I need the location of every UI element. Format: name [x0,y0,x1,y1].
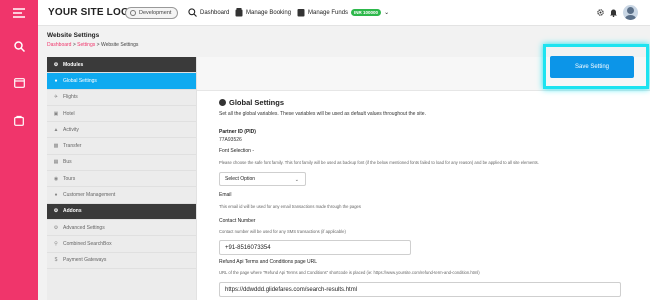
breadcrumb-settings[interactable]: Settings [77,42,95,48]
menu-item-activity[interactable]: ▲ Activity [47,122,196,139]
menu-item-bus[interactable]: ▦ Bus [47,155,196,172]
refund-url-field[interactable]: https://ddwddd.glidefares.com/search-res… [219,282,621,297]
nav-manage-booking-label: Manage Booking [246,9,292,16]
car-icon: ▩ [53,143,59,150]
contact-label: Contact Number [219,218,256,224]
font-select-value: Select Option [225,176,256,182]
menu-item-flights[interactable]: ✈ Flights [47,90,196,106]
top-right-icons [596,5,638,20]
menu-label: Flights [63,94,78,101]
menu-label: Payment Gateways [63,257,107,264]
menu-header-addons: ⚙ Addons [47,203,196,220]
partner-id-label: Partner ID (PID) [219,129,256,135]
page-title: Website Settings [47,32,100,39]
search-icon [188,8,197,17]
section-title-text: Global Settings [229,98,285,107]
menu-item-tours[interactable]: ◉ Tours [47,171,196,188]
avatar[interactable] [623,5,638,20]
breadcrumb-current: Website Settings [100,42,139,48]
menu-header-modules: ⚙ Modules [47,57,196,74]
nav-dashboard-label: Dashboard [200,9,230,16]
search-icon[interactable] [0,41,38,52]
gear-icon: ⚙ [53,224,59,231]
contact-number-value: +91-8516073354 [225,244,271,251]
menu-label: Tours [63,175,76,182]
nav-manage-booking[interactable]: Manage Booking [235,8,291,17]
font-selection-label: Font Selection - [219,148,255,154]
menu-label: Global Settings [63,77,97,84]
menu-item-payment-gateways[interactable]: $ Payment Gateways [47,253,196,269]
section-title: Global Settings [219,98,284,107]
menu-label: Modules [63,61,84,68]
menu-label: Combined SearchBox [63,240,112,247]
search-icon: ⚲ [54,240,58,247]
menu-label: Activity [63,126,79,133]
dollar-icon: $ [54,257,58,264]
gear-icon: ⚙ [53,208,59,215]
menu-label: Transfer [63,143,82,150]
menu-item-combined-searchbox[interactable]: ⚲ Combined SearchBox [47,236,196,253]
menu-icon[interactable] [0,8,38,18]
bag-icon[interactable] [0,115,38,126]
left-rail [0,0,38,300]
environment-toggle[interactable]: Development [125,7,179,19]
save-setting-button[interactable]: Save Setting [550,56,634,78]
menu-item-global-settings[interactable]: ● Global Settings [47,73,196,90]
funds-icon [297,9,305,17]
contact-number-field[interactable]: +91-8516073354 [219,240,411,255]
breadcrumb-dashboard[interactable]: Dashboard [47,42,71,48]
breadcrumb: Dashboard > Settings > Website Settings [47,42,138,48]
menu-label: Addons [63,208,82,215]
font-selection-help: Please choose the safe font family. This… [219,160,539,165]
booking-icon [235,8,243,17]
globe-icon [219,99,226,106]
nav-manage-funds-label: Manage Funds [308,9,349,16]
menu-label: Customer Management [63,192,116,199]
window-icon[interactable] [0,78,38,88]
font-select[interactable]: Select Option ⌄ [219,172,306,186]
nav-dashboard[interactable]: Dashboard [188,8,229,17]
bed-icon: ▣ [53,110,59,117]
chevron-down-icon: ⌄ [294,177,299,183]
activity-icon: ▲ [53,126,59,133]
nav-manage-funds[interactable]: Manage Funds INR 100000 ⌄ [297,8,389,17]
chevron-down-icon[interactable]: ⌄ [384,9,389,16]
menu-item-advanced-settings[interactable]: ⚙ Advanced Settings [47,220,196,237]
gear-icon[interactable] [596,8,605,17]
menu-item-hotel[interactable]: ▣ Hotel [47,106,196,123]
toggle-dot-icon [130,10,136,16]
top-bar: YOUR SITE LOGO Development Dashboard Man… [38,0,650,26]
site-logo[interactable]: YOUR SITE LOGO [48,7,137,18]
contact-help: Contact number will be used for any SMS … [219,229,346,234]
settings-menu: ⚙ Modules ● Global Settings ✈ Flights ▣ Hote… [47,57,196,300]
email-help: This email id will be used for any email… [219,204,361,209]
menu-label: Hotel [63,110,75,117]
refund-url-value: https://ddwddd.glidefares.com/search-res… [225,286,358,293]
menu-item-customer-management[interactable]: ● Customer Management [47,187,196,204]
bell-icon[interactable] [609,8,618,17]
refund-url-help: URL of the page where "Refund Api Terms … [219,270,480,275]
partner-id-value: 77A93526 [219,137,242,143]
globe-icon: ● [54,77,58,84]
refund-url-label: Refund Api Terms and Conditions page URL [219,259,318,265]
funds-badge: INR 100000 [351,9,382,16]
plane-icon: ✈ [53,94,59,101]
menu-item-transfer[interactable]: ▩ Transfer [47,138,196,155]
bus-icon: ▦ [53,159,59,166]
environment-label: Development [139,10,172,16]
menu-label: Bus [63,159,72,166]
tours-icon: ◉ [53,175,59,182]
email-label: Email [219,192,232,198]
gear-icon: ⚙ [53,61,59,68]
menu-label: Advanced Settings [63,224,105,231]
user-icon: ● [54,192,58,199]
section-description: Set all the global variables. These vari… [219,111,426,117]
